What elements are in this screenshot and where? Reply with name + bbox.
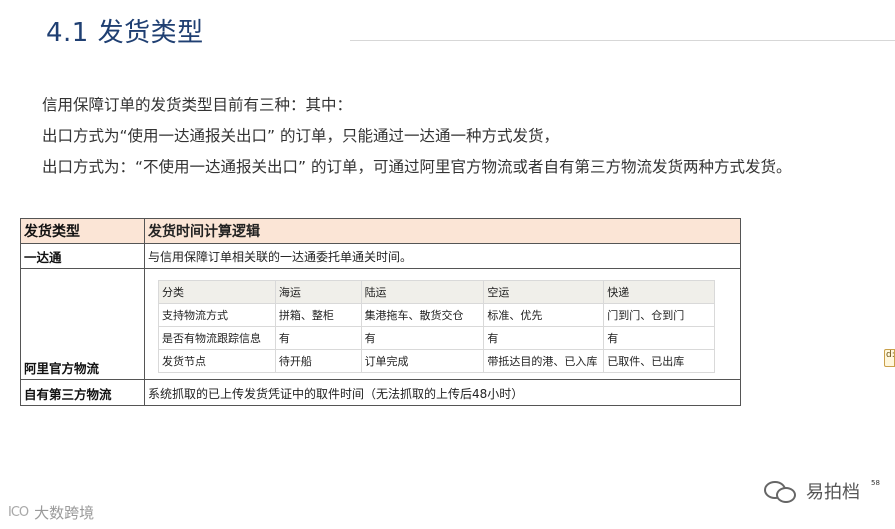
wechat-icon	[764, 480, 798, 503]
sub-cell: 集港拖车、散货交仓	[360, 303, 485, 327]
side-comment-tag[interactable]: d:	[884, 349, 895, 367]
sub-cell: 带抵达目的港、已入库	[483, 349, 605, 373]
title-divider	[350, 40, 895, 41]
row-type-ali-logistics: 阿里官方物流	[21, 269, 145, 379]
sub-header-land: 陆运	[360, 280, 485, 304]
sub-cell: 有	[274, 326, 362, 350]
row-logic-yidatong: 与信用保障订单相关联的一达通委托单通关时间。	[148, 249, 413, 264]
sub-cell: 有	[360, 326, 485, 350]
watermark-logo-icon: ICO	[8, 505, 29, 520]
sub-cell: 已取件、已出库	[603, 349, 715, 373]
intro-line-1: 信用保障订单的发货类型目前有三种：其中：	[42, 96, 353, 114]
table-header-row: 发货类型 发货时间计算逻辑	[21, 219, 740, 244]
sub-cell: 待开船	[274, 349, 362, 373]
sub-cell: 门到门、仓到门	[603, 303, 715, 327]
watermark-left: ICO 大数跨境	[8, 502, 94, 523]
sub-cell: 拼箱、整柜	[274, 303, 362, 327]
sub-cell: 订单完成	[360, 349, 485, 373]
sub-cell: 是否有物流跟踪信息	[158, 326, 276, 350]
header-time-logic: 发货时间计算逻辑	[148, 224, 260, 240]
page-number: 58	[871, 479, 880, 487]
subtable-row: 是否有物流跟踪信息 有 有 有 有	[158, 326, 715, 350]
sub-cell: 标准、优先	[483, 303, 605, 327]
ali-logistics-subtable: 分类 海运 陆运 空运 快递 支持物流方式 拼箱、整柜 集港拖车、散货交仓 标准…	[158, 280, 715, 373]
sub-cell: 支持物流方式	[158, 303, 276, 327]
sub-cell: 有	[603, 326, 715, 350]
intro-line-2: 出口方式为“使用一达通报关出口” 的订单，只能通过一达通一种方式发货，	[42, 127, 559, 145]
table-row: 自有第三方物流 系统抓取的已上传发货凭证中的取件时间（无法抓取的上传后48小时）	[21, 380, 740, 406]
row-type-yidatong: 一达通	[21, 244, 145, 268]
table-row: 一达通 与信用保障订单相关联的一达通委托单通关时间。	[21, 244, 740, 269]
sub-header-category: 分类	[158, 280, 276, 304]
subtable-row: 支持物流方式 拼箱、整柜 集港拖车、散货交仓 标准、优先 门到门、仓到门	[158, 303, 715, 327]
slide-title: 4.1 发货类型	[46, 18, 204, 48]
intro-text: 信用保障订单的发货类型目前有三种：其中： 出口方式为“使用一达通报关出口” 的订…	[42, 90, 892, 183]
subtable-header-row: 分类 海运 陆运 空运 快递	[158, 280, 715, 304]
row-type-self-logistics: 自有第三方物流	[21, 380, 145, 406]
watermark-left-text: 大数跨境	[34, 504, 95, 522]
header-shipping-type: 发货类型	[21, 219, 145, 243]
sub-header-sea: 海运	[274, 280, 362, 304]
row-logic-self-logistics: 系统抓取的已上传发货凭证中的取件时间（无法抓取的上传后48小时）	[148, 386, 524, 401]
subtable-row: 发货节点 待开船 订单完成 带抵达目的港、已入库 已取件、已出库	[158, 349, 715, 373]
watermark-right: 易拍档	[764, 478, 860, 504]
sub-header-air: 空运	[483, 280, 605, 304]
intro-line-3: 出口方式为：“不使用一达通报关出口” 的订单，可通过阿里官方物流或者自有第三方物…	[42, 158, 792, 176]
watermark-right-text: 易拍档	[806, 482, 860, 503]
sub-header-express: 快递	[603, 280, 715, 304]
sub-cell: 发货节点	[158, 349, 276, 373]
sub-cell: 有	[483, 326, 605, 350]
